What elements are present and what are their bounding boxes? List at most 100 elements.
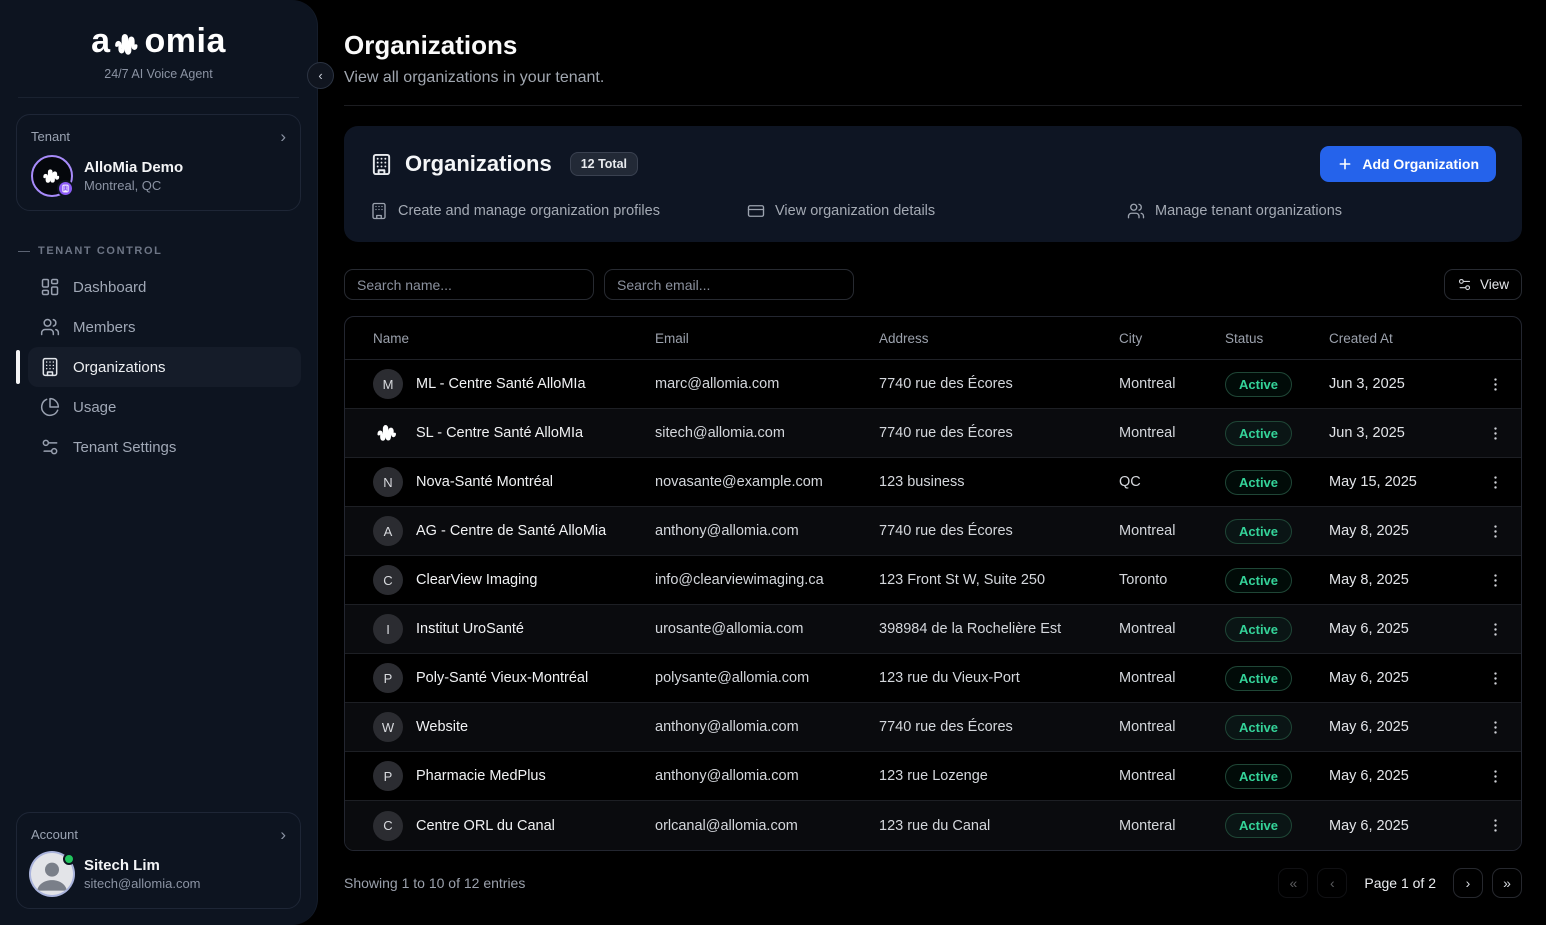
org-name-cell: NNova-Santé Montréal — [373, 467, 655, 497]
org-city: Toronto — [1119, 572, 1225, 588]
table-row[interactable]: CClearView Imaginginfo@clearviewimaging.… — [345, 556, 1521, 605]
tenant-card[interactable]: Tenant › AlloMia Demo — [16, 114, 301, 211]
logo-suffix: omia — [145, 22, 226, 61]
org-email: info@clearviewimaging.ca — [655, 572, 879, 588]
org-address: 7740 rue des Écores — [879, 719, 1119, 735]
org-status: Active — [1225, 421, 1329, 446]
table-row[interactable]: WWebsiteanthony@allomia.com7740 rue des … — [345, 703, 1521, 752]
kebab-menu-icon — [1487, 425, 1504, 442]
org-name: Institut UroSanté — [416, 621, 524, 637]
view-options-button[interactable]: View — [1444, 269, 1522, 300]
org-city: Montreal — [1119, 719, 1225, 735]
entries-summary: Showing 1 to 10 of 12 entries — [344, 875, 525, 891]
org-initial-avatar: W — [373, 712, 403, 742]
table-row[interactable]: IInstitut UroSantéurosante@allomia.com39… — [345, 605, 1521, 654]
org-address: 123 business — [879, 474, 1119, 490]
chevron-left-icon: ‹ — [318, 68, 322, 83]
status-badge: Active — [1225, 519, 1292, 544]
header-divider — [344, 105, 1522, 106]
org-initial-avatar: M — [373, 369, 403, 399]
org-initial-avatar: P — [373, 663, 403, 693]
total-count-badge: 12 Total — [570, 152, 638, 176]
tenant-building-badge-icon — [57, 180, 74, 197]
status-badge: Active — [1225, 470, 1292, 495]
sidebar-item-tenant-settings[interactable]: Tenant Settings — [28, 427, 301, 467]
org-email: sitech@allomia.com — [655, 425, 879, 441]
row-actions-button[interactable] — [1481, 762, 1509, 790]
org-address: 123 rue Lozenge — [879, 768, 1119, 784]
chevron-right-icon[interactable]: › — [280, 826, 286, 843]
org-name: AG - Centre de Santé AlloMia — [416, 523, 606, 539]
add-organization-button[interactable]: Add Organization — [1320, 146, 1496, 182]
row-actions-button[interactable] — [1481, 517, 1509, 545]
row-actions-button[interactable] — [1481, 713, 1509, 741]
table-row[interactable]: SL - Centre Santé AlloMIasitech@allomia.… — [345, 409, 1521, 458]
org-address: 7740 rue des Écores — [879, 376, 1119, 392]
table-row[interactable]: P Poly-Santé Vieux-Montréal polysante@allo… — [345, 654, 1521, 703]
sidebar-item-dashboard[interactable]: Dashboard — [28, 267, 301, 307]
sidebar-item-organizations[interactable]: Organizations — [28, 347, 301, 387]
chevron-right-icon[interactable]: › — [280, 128, 286, 145]
org-initial-avatar: N — [373, 467, 403, 497]
org-name: Poly-Santé Vieux-Montréal — [416, 670, 588, 686]
org-email: urosante@allomia.com — [655, 621, 879, 637]
feature-create-profiles: Create and manage organization profiles — [370, 202, 747, 220]
org-city: Montreal — [1119, 768, 1225, 784]
org-created-at: May 6, 2025 — [1329, 621, 1481, 637]
org-email: anthony@allomia.com — [655, 719, 879, 735]
feature-manage-tenant: Manage tenant organizations — [1127, 202, 1496, 220]
org-created-at: Jun 3, 2025 — [1329, 376, 1481, 392]
table-row[interactable]: NNova-Santé Montréalnovasante@example.co… — [345, 458, 1521, 507]
prev-page-button[interactable]: ‹ — [1317, 868, 1347, 898]
sidebar-nav: Dashboard Members Organi — [16, 267, 301, 467]
pagination: « ‹ Page 1 of 2 › » — [1278, 868, 1522, 898]
org-name-cell: MML - Centre Santé AlloMIa — [373, 369, 655, 399]
org-created-at: May 6, 2025 — [1329, 670, 1481, 686]
row-actions-button[interactable] — [1481, 664, 1509, 692]
account-name: Sitech Lim — [84, 857, 201, 874]
first-page-button[interactable]: « — [1278, 868, 1308, 898]
search-email-input[interactable] — [604, 269, 854, 300]
org-created-at: May 6, 2025 — [1329, 719, 1481, 735]
tenant-label: Tenant — [31, 129, 70, 144]
table-row[interactable]: PPharmacie MedPlusanthony@allomia.com123… — [345, 752, 1521, 801]
row-actions-button[interactable] — [1481, 468, 1509, 496]
sidebar-item-usage[interactable]: Usage — [28, 387, 301, 427]
org-email: polysante@allomia.com — [655, 670, 879, 686]
sliders-icon — [1457, 277, 1472, 292]
next-page-button[interactable]: › — [1453, 868, 1483, 898]
org-status: Active — [1225, 617, 1329, 642]
status-badge: Active — [1225, 617, 1292, 642]
row-actions-button[interactable] — [1481, 566, 1509, 594]
kebab-menu-icon — [1487, 523, 1504, 540]
sliders-icon — [40, 437, 60, 457]
section-dash — [18, 251, 30, 252]
column-header-address: Address — [879, 331, 1119, 346]
pie-chart-icon — [40, 397, 60, 417]
last-page-button[interactable]: » — [1492, 868, 1522, 898]
sidebar-collapse-button[interactable]: ‹ — [307, 62, 334, 89]
org-city: QC — [1119, 474, 1225, 490]
table-body: MML - Centre Santé AlloMIamarc@allomia.c… — [345, 360, 1521, 850]
status-badge: Active — [1225, 372, 1292, 397]
org-initial-avatar: P — [373, 761, 403, 791]
search-name-input[interactable] — [344, 269, 594, 300]
table-row[interactable]: CCentre ORL du Canalorlcanal@allomia.com… — [345, 801, 1521, 850]
row-actions-button[interactable] — [1481, 419, 1509, 447]
org-name-cell: SL - Centre Santé AlloMIa — [373, 418, 655, 448]
row-actions-button[interactable] — [1481, 370, 1509, 398]
org-name-cell: IInstitut UroSanté — [373, 614, 655, 644]
row-actions-button[interactable] — [1481, 615, 1509, 643]
table-row[interactable]: MML - Centre Santé AlloMIamarc@allomia.c… — [345, 360, 1521, 409]
org-status: Active — [1225, 715, 1329, 740]
org-city: Montreal — [1119, 376, 1225, 392]
org-address: 7740 rue des Écores — [879, 523, 1119, 539]
sidebar-item-members[interactable]: Members — [28, 307, 301, 347]
page-indicator: Page 1 of 2 — [1364, 875, 1436, 891]
table-row[interactable]: AAG - Centre de Santé AlloMiaanthony@all… — [345, 507, 1521, 556]
org-status: Active — [1225, 813, 1329, 838]
row-actions-button[interactable] — [1481, 812, 1509, 840]
org-city: Monteral — [1119, 818, 1225, 834]
org-email: novasante@example.com — [655, 474, 879, 490]
account-card[interactable]: Account › Sitech Lim sitech@all — [16, 812, 301, 909]
